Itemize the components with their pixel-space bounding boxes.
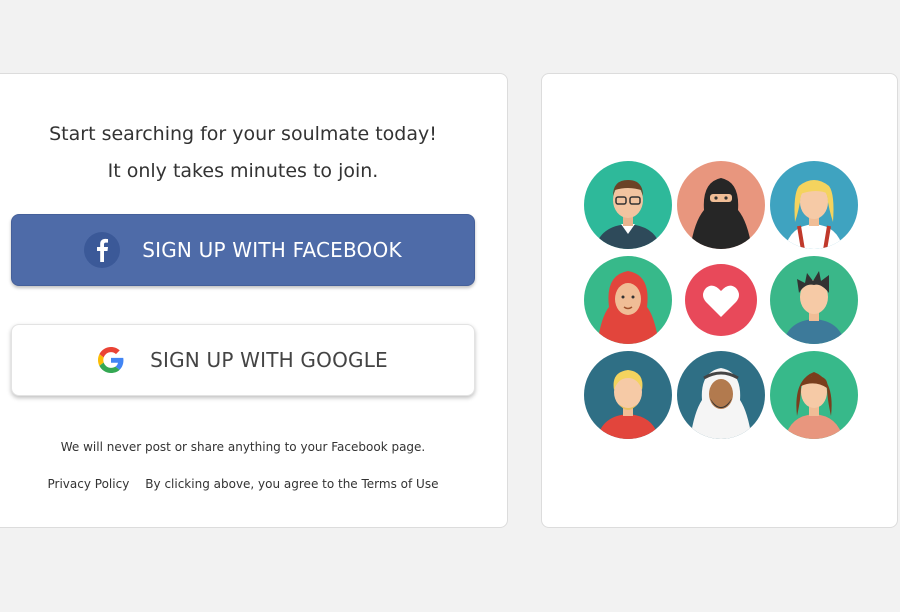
footer-links: Privacy Policy By clicking above, you ag… — [1, 477, 485, 491]
blond-man-icon — [584, 351, 672, 439]
terms-text: By clicking above, you agree to the Term… — [145, 477, 439, 491]
google-icon — [98, 347, 124, 373]
headline-line-1: Start searching for your soulmate today! — [49, 123, 437, 145]
google-signup-button[interactable]: SIGN UP WITH GOOGLE — [11, 324, 475, 396]
avatar-grid — [583, 160, 859, 440]
facebook-signup-label: SIGN UP WITH FACEBOOK — [142, 238, 402, 262]
man-glasses-icon — [584, 161, 672, 249]
illustration-card — [541, 73, 898, 528]
woman-hijab-icon — [584, 256, 672, 344]
signup-card: Start searching for your soulmate today!… — [0, 73, 508, 528]
facebook-signup-button[interactable]: SIGN UP WITH FACEBOOK — [11, 214, 475, 286]
headline-line-2: It only takes minutes to join. — [107, 160, 379, 182]
privacy-note: We will never post or share anything to … — [60, 440, 426, 454]
woman-niqab-icon — [677, 161, 765, 249]
heart-icon — [685, 264, 757, 336]
young-man-icon — [770, 256, 858, 344]
headline: Start searching for your soulmate today!… — [1, 116, 485, 190]
blonde-woman-icon — [770, 161, 858, 249]
arab-man-icon — [677, 351, 765, 439]
google-signup-label: SIGN UP WITH GOOGLE — [150, 348, 388, 372]
brunette-woman-icon — [770, 351, 858, 439]
facebook-icon — [84, 232, 121, 268]
privacy-policy-link[interactable]: Privacy Policy — [48, 477, 130, 491]
